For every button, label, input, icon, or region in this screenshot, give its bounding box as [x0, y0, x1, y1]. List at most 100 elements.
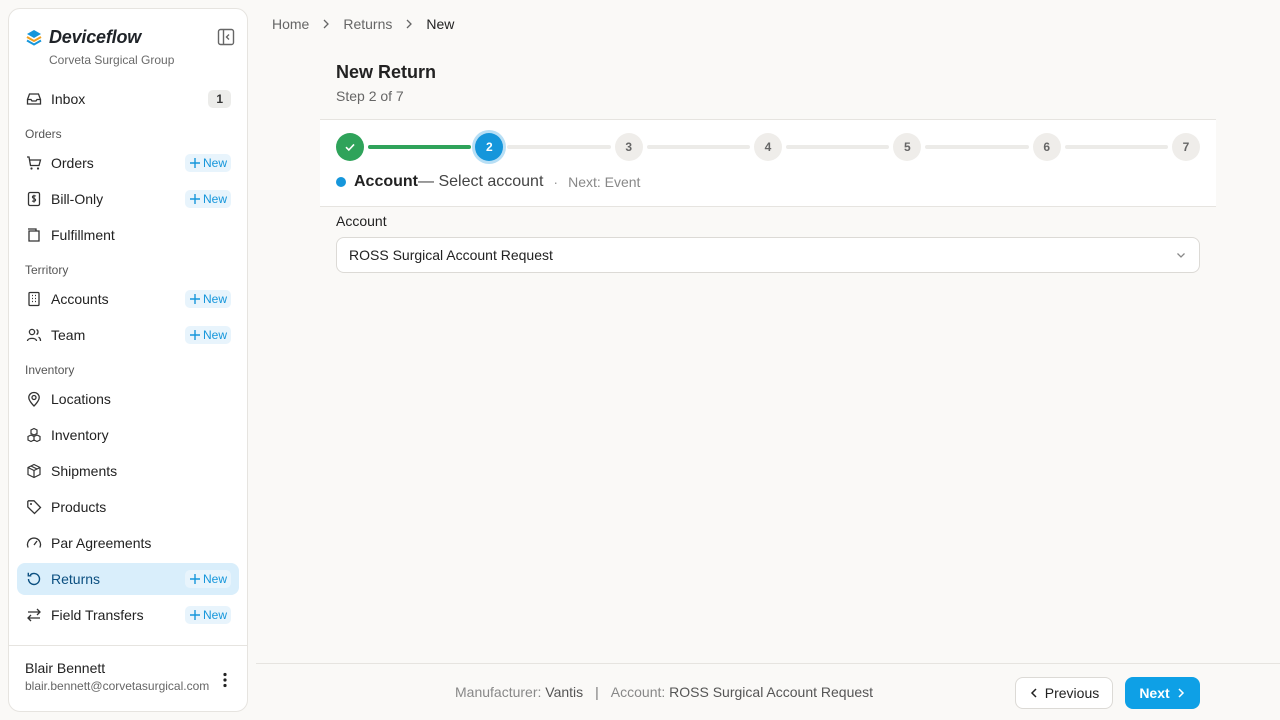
- user-email: blair.bennett@corvetasurgical.com: [25, 679, 210, 693]
- step-connector: [368, 145, 472, 149]
- new-label: New: [202, 192, 227, 206]
- tag-icon: [25, 498, 43, 516]
- sidebar-item-team[interactable]: Team New: [17, 319, 239, 351]
- step-connector: [786, 145, 890, 149]
- cart-icon: [25, 154, 43, 172]
- org-name: Corveta Surgical Group: [49, 53, 175, 67]
- step-connector: [646, 145, 750, 149]
- plus-icon: [189, 294, 200, 304]
- step-4[interactable]: 4: [754, 133, 782, 161]
- plus-icon: [189, 194, 200, 204]
- clipboard-icon: [25, 226, 43, 244]
- breadcrumb-home[interactable]: Home: [272, 16, 309, 32]
- plus-icon: [189, 610, 200, 620]
- next-label: Next: [1139, 685, 1170, 701]
- step-3[interactable]: 3: [614, 133, 643, 161]
- sidebar-item-label: Inbox: [51, 91, 86, 107]
- previous-button[interactable]: Previous: [1015, 677, 1113, 709]
- sidebar-item-label: Bill-Only: [51, 191, 104, 207]
- sidebar-item-returns[interactable]: Returns New: [17, 563, 239, 595]
- footer-separator: |: [595, 684, 599, 700]
- new-label: New: [202, 292, 227, 306]
- step-caption-title: Account: [354, 173, 418, 190]
- sidebar-item-label: Accounts: [51, 291, 109, 307]
- sidebar-item-bill-only[interactable]: Bill-Only New: [17, 183, 239, 215]
- sidebar-item-locations[interactable]: Locations: [17, 383, 239, 415]
- users-icon: [25, 326, 43, 344]
- sidebar-item-shipments[interactable]: Shipments: [17, 455, 239, 487]
- plus-icon: [189, 574, 200, 584]
- footer-account-value: ROSS Surgical Account Request: [669, 684, 874, 700]
- package-icon: [25, 462, 43, 480]
- sidebar-nav: Inbox 1 Orders Orders New Bill-Only New …: [9, 71, 247, 645]
- collapse-sidebar-icon[interactable]: [217, 28, 235, 46]
- stepper: 2 3 4 5 6 7: [336, 133, 1200, 161]
- check-icon: [345, 143, 355, 152]
- current-step-dot: [336, 177, 346, 187]
- manufacturer-label: Manufacturer:: [455, 684, 542, 700]
- sidebar-item-label: Returns: [51, 571, 101, 587]
- section-label-orders: Orders: [25, 127, 62, 141]
- step-1[interactable]: [336, 133, 364, 161]
- footer-bar: Manufacturer: Vantis | Account: ROSS Sur…: [256, 663, 1280, 720]
- new-field-transfer-button[interactable]: New: [184, 606, 231, 624]
- new-bill-only-button[interactable]: New: [184, 190, 231, 208]
- chevron-right-icon: [404, 19, 414, 29]
- step-connector: [1064, 145, 1168, 149]
- footer-account-label: Account:: [610, 684, 666, 700]
- user-profile: Blair Bennett blair.bennett@corvetasurgi…: [9, 645, 247, 711]
- account-select-value: ROSS Surgical Account Request: [349, 247, 553, 263]
- plus-icon: [189, 330, 200, 340]
- step-connector: [925, 145, 1029, 149]
- user-name: Blair Bennett: [25, 660, 106, 676]
- sidebar-item-orders[interactable]: Orders New: [17, 147, 239, 179]
- step-7[interactable]: 7: [1172, 133, 1200, 161]
- sidebar-item-label: Products: [51, 499, 107, 515]
- new-order-button[interactable]: New: [184, 154, 231, 172]
- building-icon: [25, 290, 43, 308]
- sidebar-item-field-transfers[interactable]: Field Transfers New: [17, 599, 239, 631]
- step-caption-description: — Select account: [418, 173, 544, 190]
- step-6[interactable]: 6: [1032, 133, 1061, 161]
- sidebar-item-label: Orders: [51, 155, 94, 171]
- next-button[interactable]: Next: [1125, 677, 1200, 709]
- sidebar-item-fulfillment[interactable]: Fulfillment: [17, 219, 239, 251]
- account-select[interactable]: ROSS Surgical Account Request: [336, 237, 1200, 273]
- new-team-member-button[interactable]: New: [184, 326, 231, 344]
- sidebar-item-inventory[interactable]: Inventory: [17, 419, 239, 451]
- brand: Deviceflow: [9, 9, 247, 47]
- chevron-down-icon: [1177, 253, 1185, 258]
- step-2[interactable]: 2: [475, 133, 504, 161]
- new-label: New: [202, 572, 227, 586]
- sidebar-item-products[interactable]: Products: [17, 491, 239, 523]
- rotate-ccw-icon: [25, 570, 43, 588]
- breadcrumb-returns[interactable]: Returns: [343, 16, 392, 32]
- sidebar-item-label: Field Transfers: [51, 607, 144, 623]
- sidebar-item-label: Team: [51, 327, 86, 343]
- sidebar-item-label: Fulfillment: [51, 227, 115, 243]
- new-label: New: [202, 608, 227, 622]
- sidebar-item-par-agreements[interactable]: Par Agreements: [17, 527, 239, 559]
- inbox-count-badge: 1: [208, 90, 231, 108]
- inbox-icon: [25, 90, 43, 108]
- section-label-territory: Territory: [25, 263, 69, 277]
- sidebar-item-accounts[interactable]: Accounts New: [17, 283, 239, 315]
- breadcrumb: Home Returns New: [272, 14, 454, 34]
- new-return-button[interactable]: New: [184, 570, 231, 588]
- page-title: New Return: [336, 62, 437, 82]
- sidebar-item-label: Shipments: [51, 463, 118, 479]
- arrows-left-right-icon: [25, 606, 43, 624]
- more-vertical-icon[interactable]: [215, 670, 235, 690]
- boxes-icon: [25, 426, 43, 444]
- sidebar-item-inbox[interactable]: Inbox 1: [17, 83, 239, 115]
- sidebar-item-label: Inventory: [51, 427, 109, 443]
- brand-name: Deviceflow: [49, 26, 142, 47]
- receipt-dollar-icon: [25, 190, 43, 208]
- footer-summary: Manufacturer: Vantis | Account: ROSS Sur…: [455, 684, 873, 700]
- step-caption-next: Next: Event: [568, 174, 641, 190]
- chevron-right-icon: [321, 19, 331, 29]
- previous-label: Previous: [1044, 685, 1100, 701]
- new-account-button[interactable]: New: [184, 290, 231, 308]
- breadcrumb-current: New: [426, 16, 455, 32]
- step-5[interactable]: 5: [893, 133, 922, 161]
